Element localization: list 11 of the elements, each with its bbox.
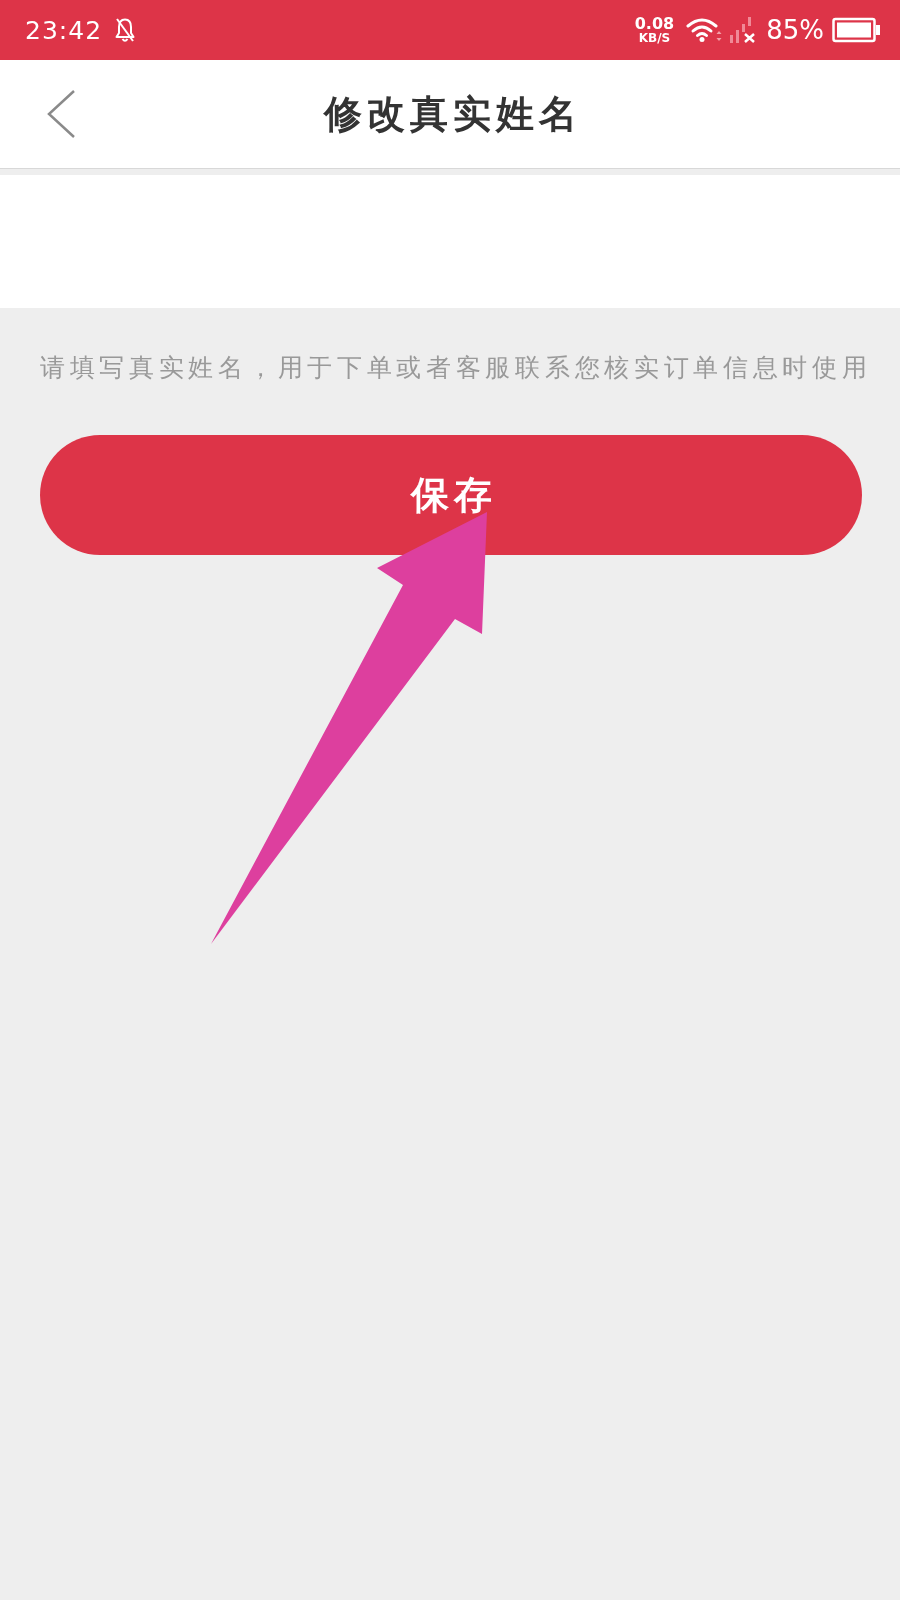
status-time: 23:42 xyxy=(25,15,103,45)
save-button[interactable]: 保存 xyxy=(40,435,862,555)
network-speed-unit: KB/S xyxy=(638,32,671,44)
wifi-icon xyxy=(686,17,723,43)
network-speed: 0.08 xyxy=(634,16,675,32)
battery-icon xyxy=(832,17,880,43)
battery-percent: 85% xyxy=(766,15,824,45)
bell-off-icon xyxy=(114,17,137,43)
back-icon xyxy=(46,89,76,139)
hint-text: 请填写真实姓名，用于下单或者客服联系您核实订单信息时使用 xyxy=(40,353,872,383)
page-title: 修改真实姓名 xyxy=(322,91,582,137)
